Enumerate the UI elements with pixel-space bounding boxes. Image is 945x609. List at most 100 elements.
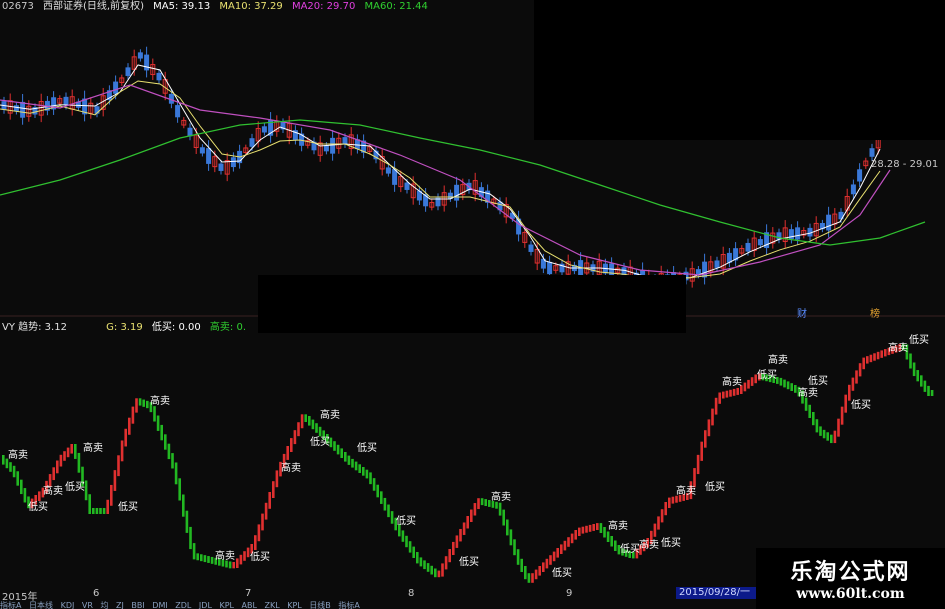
indicator-bar	[286, 446, 289, 460]
indicator-bar	[59, 454, 63, 467]
indicator-bar	[614, 540, 617, 551]
tab-item[interactable]: JDL	[199, 601, 212, 609]
indicator-bar	[66, 447, 70, 458]
candle-body	[206, 148, 212, 164]
low-buy-signal-label: 低买	[118, 500, 138, 513]
cursor-date-badge: 2015/09/28/一	[676, 587, 765, 599]
indicator-bar	[884, 349, 887, 357]
candle-body	[745, 242, 751, 252]
indicator-bar	[513, 539, 516, 556]
candle-body	[869, 148, 875, 157]
indicator-bar	[113, 470, 117, 491]
indicator-bar	[851, 377, 855, 391]
tab-item[interactable]: ZJ	[116, 601, 124, 609]
indicator-bar	[268, 492, 271, 509]
indicator-bar	[866, 356, 869, 364]
tab-item[interactable]: 均	[100, 601, 108, 609]
tab-item[interactable]: 日线B	[309, 601, 331, 609]
tab-item[interactable]: 日本线	[29, 601, 53, 609]
indicator-bar	[578, 527, 581, 536]
tab-item[interactable]: ZKL	[265, 601, 280, 609]
candle-body	[547, 261, 553, 275]
indicator-bar	[783, 379, 786, 388]
indicator-bar	[434, 568, 437, 578]
indicator-bar	[534, 569, 538, 580]
indicator-bar	[855, 370, 858, 384]
tab-item[interactable]: KPL	[287, 601, 302, 609]
indicator-bar	[484, 499, 487, 506]
indicator-bar	[664, 502, 667, 516]
indicator-bar	[448, 549, 451, 563]
indicator-tab-bar[interactable]: 指标A 日本线 KDJ VR 均 ZJ BBI DMI ZDL JDL KPL …	[0, 600, 600, 609]
indicator-bar	[196, 553, 199, 561]
indicator-bar	[812, 412, 815, 426]
indicator-bar	[466, 516, 469, 529]
indicator-bar	[606, 531, 610, 542]
finance-tag[interactable]: 财	[797, 305, 807, 320]
low-buy-signal-label: 低买	[310, 435, 330, 448]
candle-body	[230, 157, 236, 168]
watermark-url: www.60lt.com	[796, 586, 905, 602]
indicator-bar	[300, 414, 304, 429]
indicator-bar	[358, 464, 361, 473]
tab-item[interactable]: 指标A	[0, 601, 21, 609]
indicator-bar	[545, 558, 549, 569]
tab-item[interactable]: VR	[82, 601, 93, 609]
indicator-bar	[441, 563, 444, 577]
indicator-bar	[135, 398, 138, 413]
indicator-bar	[408, 541, 412, 553]
indicator-bar	[498, 502, 502, 516]
indicator-bar	[405, 535, 408, 548]
candle-body	[20, 101, 26, 118]
indicator-bar	[927, 385, 930, 396]
indicator-bar	[844, 394, 847, 413]
indicator-bar	[923, 380, 927, 392]
indicator-bar	[164, 434, 167, 450]
indicator-bar	[786, 381, 790, 390]
indicator-bar	[657, 516, 660, 530]
indicator-bar	[243, 551, 246, 561]
indicator-bar	[837, 418, 840, 437]
high-sell-signal-label: 高卖	[639, 538, 659, 551]
low-buy-signal-label: 低买	[705, 480, 725, 493]
tab-item[interactable]: ABL	[242, 601, 257, 609]
indicator-bar	[531, 573, 534, 583]
high-sell-signal-label: 高卖	[320, 408, 340, 421]
indicator-bar	[156, 415, 160, 431]
indicator-bar	[376, 484, 379, 498]
indicator-bar	[106, 499, 109, 514]
indicator-bar	[372, 478, 376, 491]
indicator-bar	[347, 455, 351, 465]
indicator-bar	[459, 528, 462, 542]
high-sell-signal-label: 高卖	[83, 441, 103, 454]
high-sell-signal-label: 高卖	[608, 519, 628, 532]
tab-item[interactable]: ZDL	[175, 601, 191, 609]
tab-item[interactable]: KPL	[219, 601, 234, 609]
indicator-bar	[833, 430, 837, 444]
indicator-bar	[200, 554, 203, 562]
low-buy-signal-label: 低买	[851, 398, 871, 411]
candle-body	[757, 239, 763, 246]
indicator-bar	[138, 398, 142, 406]
indicator-bar	[380, 491, 383, 504]
ranking-tag[interactable]: 榜	[870, 305, 880, 320]
indicator-bar	[246, 547, 250, 558]
indicator-bar	[480, 498, 484, 506]
low-buy-signal-label: 低买	[357, 441, 377, 454]
indicator-bar	[880, 350, 883, 358]
tab-item[interactable]: KDJ	[61, 601, 75, 609]
indicator-bar	[585, 525, 588, 533]
indicator-bar	[275, 470, 279, 488]
tab-item[interactable]: 指标A	[338, 601, 359, 609]
low-buy-signal-label: 低买	[909, 333, 929, 346]
indicator-bar	[779, 377, 783, 386]
high-sell-signal-label: 高卖	[215, 549, 235, 562]
candle-body	[342, 137, 348, 145]
high-sell-signal-label: 高卖	[768, 353, 788, 366]
indicator-bar	[477, 498, 480, 510]
indicator-bar	[128, 417, 131, 435]
tab-item[interactable]: BBI	[131, 601, 144, 609]
indicator-bar	[848, 384, 851, 401]
tab-item[interactable]: DMI	[152, 601, 167, 609]
indicator-bar	[574, 530, 577, 540]
